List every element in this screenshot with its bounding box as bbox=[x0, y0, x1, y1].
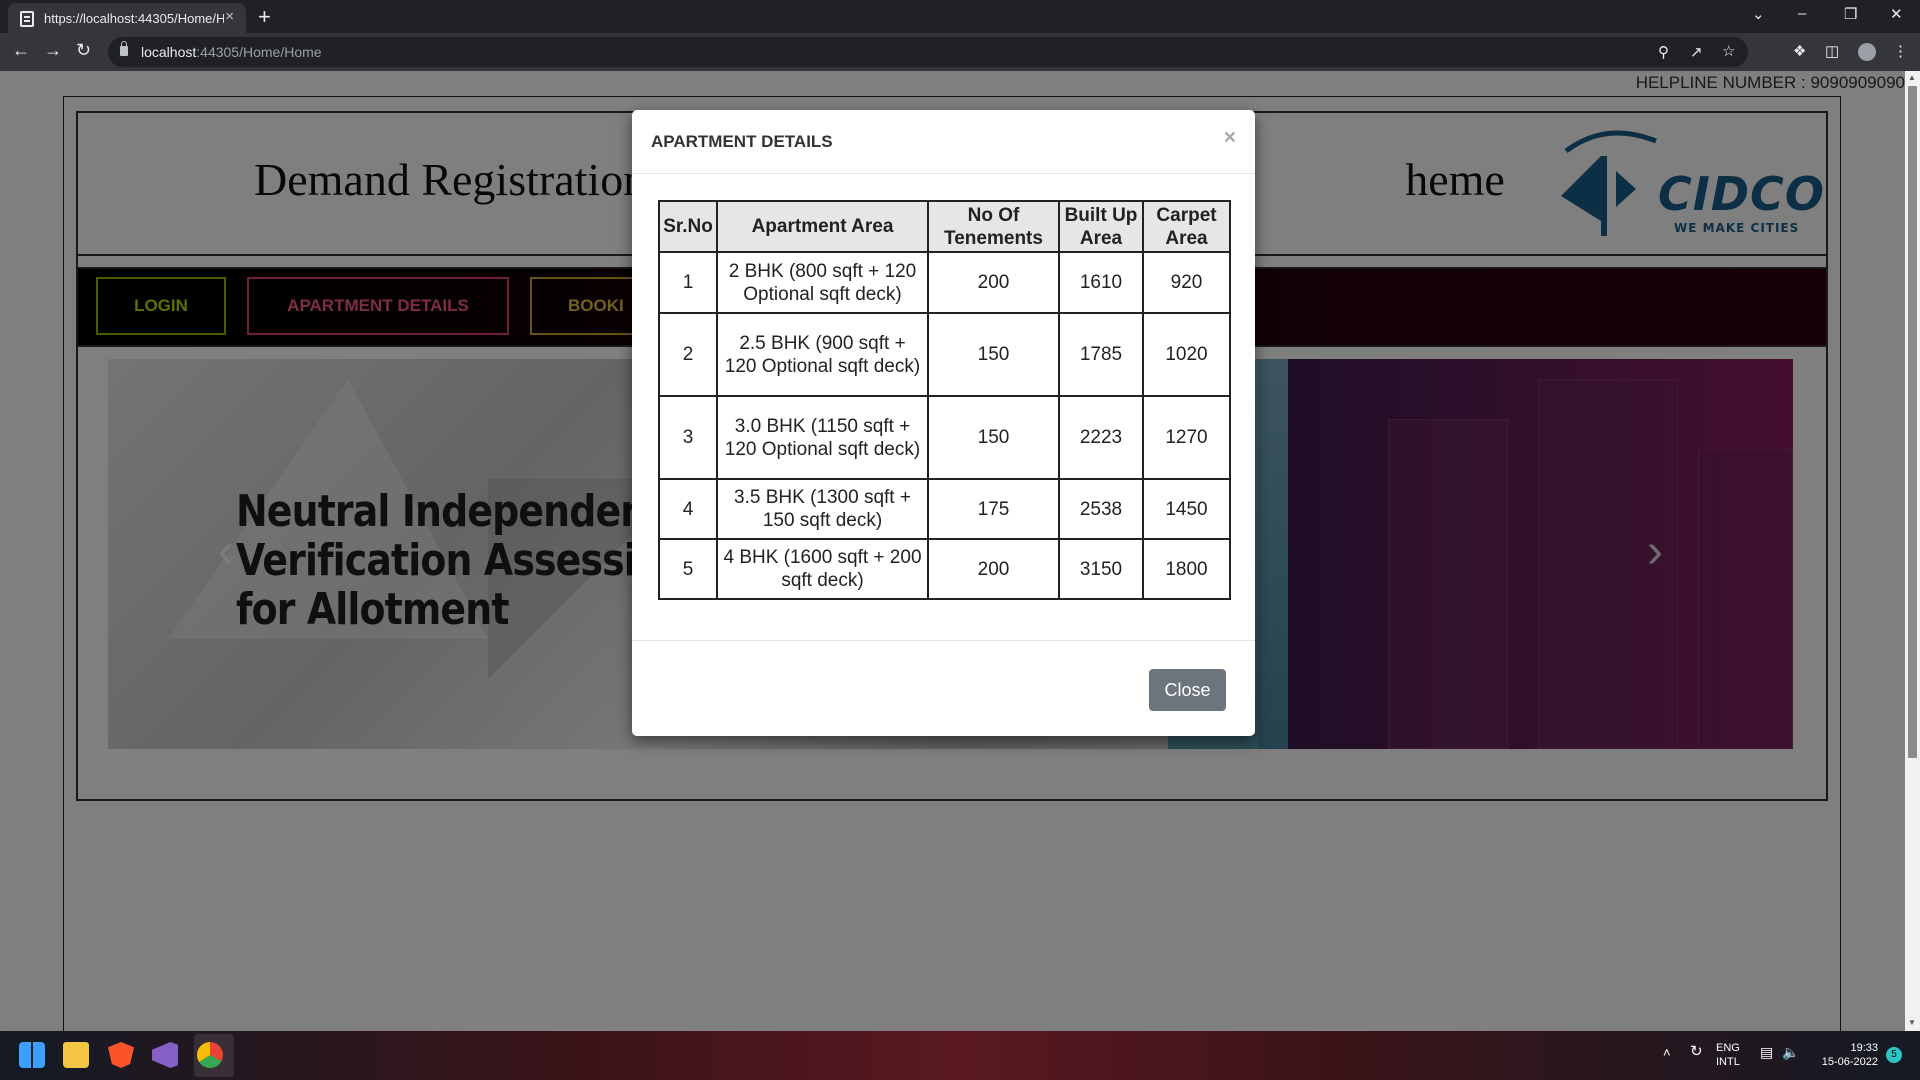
forward-arrow-icon[interactable]: → bbox=[44, 40, 62, 61]
table-cell: 2 bbox=[658, 312, 718, 397]
clock-date: 15-06-2022 bbox=[1821, 1056, 1878, 1068]
close-icon[interactable]: × bbox=[1224, 126, 1236, 150]
chrome-icon[interactable] bbox=[197, 1042, 223, 1068]
column-header: No Of Tenements bbox=[927, 200, 1060, 253]
reload-icon[interactable]: ↻ bbox=[76, 40, 91, 61]
language-code: ENG bbox=[1716, 1042, 1740, 1054]
table-cell: 2538 bbox=[1058, 478, 1144, 540]
tab-search-icon[interactable]: ⌄ bbox=[1752, 5, 1765, 23]
sync-icon[interactable]: ↻ bbox=[1690, 1044, 1703, 1059]
extensions-puzzle-icon[interactable]: ❖ bbox=[1793, 42, 1806, 60]
table-cell: 3.0 BHK (1150 sqft + 120 Optional sqft d… bbox=[716, 395, 929, 480]
scroll-down-arrow-icon[interactable]: ▼ bbox=[1908, 1018, 1916, 1027]
table-cell: 1020 bbox=[1142, 312, 1231, 397]
tab-title: https://localhost:44305/Home/H bbox=[44, 11, 224, 26]
table-cell: 5 bbox=[658, 538, 718, 600]
table-row: 4 3.5 BHK (1300 sqft + 150 sqft deck) 17… bbox=[658, 478, 1231, 540]
new-tab-button[interactable]: + bbox=[258, 4, 271, 30]
table-cell: 1610 bbox=[1058, 251, 1144, 314]
table-cell: 1270 bbox=[1142, 395, 1231, 480]
table-cell: 2 BHK (800 sqft + 120 Optional sqft deck… bbox=[716, 251, 929, 314]
clock-time: 19:33 bbox=[1850, 1042, 1878, 1054]
clock[interactable]: 19:33 15-06-2022 bbox=[1808, 1041, 1878, 1069]
volume-icon[interactable]: 🔈 bbox=[1782, 1045, 1799, 1059]
page-scrollbar[interactable]: ▲ ▼ bbox=[1905, 71, 1920, 1031]
windows-start-icon[interactable] bbox=[19, 1042, 45, 1068]
column-header: Built Up Area bbox=[1058, 200, 1144, 253]
scroll-up-arrow-icon[interactable]: ▲ bbox=[1908, 73, 1916, 82]
table-cell: 2223 bbox=[1058, 395, 1144, 480]
bookmark-star-icon[interactable]: ☆ bbox=[1722, 42, 1735, 60]
table-cell: 1800 bbox=[1142, 538, 1231, 600]
network-icon[interactable]: ▤ bbox=[1760, 1045, 1773, 1059]
keyboard-layout: INTL bbox=[1716, 1056, 1740, 1068]
brave-browser-icon[interactable] bbox=[108, 1042, 134, 1068]
modal-header: APARTMENT DETAILS × bbox=[632, 110, 1255, 174]
minimize-button[interactable]: – bbox=[1798, 5, 1806, 22]
modal-title: APARTMENT DETAILS bbox=[651, 132, 833, 151]
column-header: Carpet Area bbox=[1142, 200, 1231, 253]
column-header: Sr.No bbox=[658, 200, 718, 253]
menu-kebab-icon[interactable]: ⋮ bbox=[1893, 42, 1908, 60]
notification-badge[interactable]: 5 bbox=[1886, 1047, 1902, 1063]
table-cell: 150 bbox=[927, 395, 1060, 480]
table-cell: 1450 bbox=[1142, 478, 1231, 540]
table-cell: 920 bbox=[1142, 251, 1231, 314]
tab-close-icon[interactable]: × bbox=[225, 8, 234, 25]
modal-footer: Close bbox=[632, 640, 1255, 736]
table-cell: 3 bbox=[658, 395, 718, 480]
table-cell: 175 bbox=[927, 478, 1060, 540]
table-row: 5 4 BHK (1600 sqft + 200 sqft deck) 200 … bbox=[658, 538, 1231, 600]
tray-overflow-chevron-icon[interactable]: ˄ bbox=[1663, 1046, 1671, 1060]
close-window-button[interactable]: ✕ bbox=[1890, 5, 1903, 23]
back-arrow-icon[interactable]: ← bbox=[12, 40, 30, 61]
side-panel-icon[interactable]: ◫ bbox=[1825, 42, 1839, 60]
table-cell: 200 bbox=[927, 251, 1060, 314]
file-explorer-icon[interactable] bbox=[63, 1042, 89, 1068]
browser-toolbar: ← → ↻ localhost:44305/Home/Home ⚲ ↗ ☆ ❖ … bbox=[0, 33, 1920, 71]
profile-avatar[interactable] bbox=[1858, 43, 1876, 61]
table-cell: 2.5 BHK (900 sqft + 120 Optional sqft de… bbox=[716, 312, 929, 397]
browser-tab[interactable]: https://localhost:44305/Home/H × bbox=[8, 3, 246, 33]
table-cell: 200 bbox=[927, 538, 1060, 600]
lock-icon bbox=[120, 41, 128, 56]
restore-button[interactable]: ❐ bbox=[1844, 5, 1857, 23]
page-favicon-icon bbox=[20, 11, 34, 27]
scrollbar-thumb[interactable] bbox=[1908, 86, 1917, 758]
table-row: 1 2 BHK (800 sqft + 120 Optional sqft de… bbox=[658, 251, 1231, 314]
table-cell: 4 BHK (1600 sqft + 200 sqft deck) bbox=[716, 538, 929, 600]
browser-tab-strip: https://localhost:44305/Home/H × + ⌄ – ❐… bbox=[0, 0, 1920, 33]
modal-body: Sr.No Apartment Area No Of Tenements Bui… bbox=[658, 200, 1231, 600]
address-bar[interactable]: localhost:44305/Home/Home ⚲ ↗ ☆ bbox=[108, 37, 1748, 67]
table-cell: 150 bbox=[927, 312, 1060, 397]
table-cell: 4 bbox=[658, 478, 718, 540]
visual-studio-icon[interactable] bbox=[152, 1042, 178, 1068]
apartment-table: Sr.No Apartment Area No Of Tenements Bui… bbox=[658, 200, 1231, 600]
share-icon[interactable]: ↗ bbox=[1690, 43, 1703, 61]
url-text: localhost:44305/Home/Home bbox=[141, 44, 322, 60]
table-cell: 3150 bbox=[1058, 538, 1144, 600]
windows-taskbar: ˄ ↻ ENG INTL ▤ 🔈 19:33 15-06-2022 5 bbox=[0, 1031, 1920, 1080]
table-cell: 1 bbox=[658, 251, 718, 314]
table-cell: 1785 bbox=[1058, 312, 1144, 397]
language-indicator[interactable]: ENG INTL bbox=[1716, 1041, 1740, 1069]
close-button[interactable]: Close bbox=[1149, 669, 1226, 711]
column-header: Apartment Area bbox=[716, 200, 929, 253]
zoom-icon[interactable]: ⚲ bbox=[1658, 43, 1669, 61]
table-cell: 3.5 BHK (1300 sqft + 150 sqft deck) bbox=[716, 478, 929, 540]
table-header-row: Sr.No Apartment Area No Of Tenements Bui… bbox=[658, 200, 1231, 253]
table-row: 3 3.0 BHK (1150 sqft + 120 Optional sqft… bbox=[658, 395, 1231, 480]
apartment-details-modal: APARTMENT DETAILS × Sr.No Apartment Area… bbox=[632, 110, 1255, 736]
table-row: 2 2.5 BHK (900 sqft + 120 Optional sqft … bbox=[658, 312, 1231, 397]
